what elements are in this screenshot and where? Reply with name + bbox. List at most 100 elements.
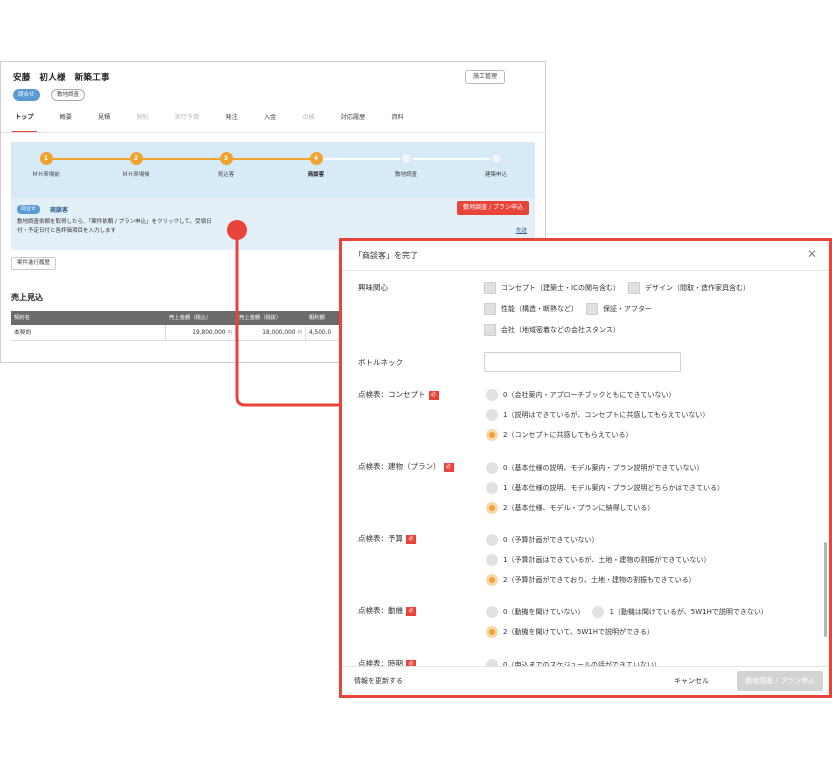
interest-concept-label: コンセプト（建築士・ICの関与含む）	[501, 284, 620, 292]
building-option-1[interactable]: 1（基本仕様の説明、モデル案内・プラン説明どちらかはできている）	[486, 482, 724, 494]
building-option-2[interactable]: 2（基本仕様、モデル・プランに納得している）	[486, 502, 654, 514]
interest-label: 興味関心	[358, 283, 388, 292]
radio-icon[interactable]	[592, 606, 605, 618]
survey-badge: 敷地調査	[51, 89, 86, 101]
interest-performance-checkbox[interactable]	[484, 303, 496, 315]
cell-amount-excl-value: 18,000,000	[262, 330, 296, 336]
radio-icon[interactable]	[486, 409, 498, 421]
col-amount-incl-tax: 売上金額（税込）	[169, 315, 212, 321]
tab-inspection[interactable]: 点検	[302, 111, 314, 129]
concept-option-1[interactable]: 1（説明はできているが、コンセプトに共感してもらえていない）	[486, 409, 709, 421]
modal-title: 「商談客」を完了	[354, 251, 418, 260]
step-2-label: ＭＨ来場後	[122, 172, 150, 178]
postpone-link[interactable]: 先送	[516, 226, 527, 234]
radio-selected-icon[interactable]	[486, 502, 498, 514]
radio-selected-icon[interactable]	[486, 574, 498, 586]
radio-selected-icon[interactable]	[486, 429, 498, 441]
tab-order[interactable]: 発注	[225, 111, 237, 129]
inquiry-badge: 問合せ	[13, 89, 40, 101]
interest-row-3: 会社（地域密着などの会社スタンス）	[484, 324, 620, 336]
refresh-info-link[interactable]: 情報を更新する	[354, 676, 403, 686]
radio-icon[interactable]	[486, 389, 498, 401]
tab-history[interactable]: 対応履歴	[341, 111, 366, 129]
construction-management-button[interactable]: 施工管理	[464, 70, 505, 84]
tab-top[interactable]: トップ	[12, 111, 37, 133]
modal-body[interactable]: 興味関心 コンセプト（建築士・ICの関与含む） デザイン（間取・造作家具含む） …	[342, 272, 829, 669]
budget-option-1-label: 1（予算計画はできているが、土地・建物の割振ができていない）	[503, 556, 711, 564]
building-option-0-label: 0（基本仕様の説明、モデル案内・プラン説明ができていない）	[503, 464, 704, 472]
interest-company-checkbox[interactable]	[484, 324, 496, 336]
interest-row-2: 性能（構造・断熱など） 保証・アフター	[484, 303, 652, 315]
progress-history-button[interactable]: 案件進行履歴	[11, 257, 57, 270]
radio-icon[interactable]	[486, 482, 498, 494]
step-6-label: 建築申込	[484, 172, 507, 178]
project-title: 安藤 初人様 新築工事	[13, 73, 110, 83]
step-6: 6 建築申込	[461, 152, 531, 178]
interest-row-1: コンセプト（建築士・ICの関与含む） デザイン（間取・造作家具含む）	[484, 282, 750, 294]
budget-option-2[interactable]: 2（予算計画ができており、土地・建物の割振もできている）	[486, 574, 696, 586]
budget-option-0-label: 0（予算計画ができていない）	[503, 536, 599, 544]
concept-option-2-label: 2（コンセプトに共感してもらえている）	[503, 431, 633, 439]
budget-option-1[interactable]: 1（予算計画はできているが、土地・建物の割振ができていない）	[486, 554, 710, 566]
sales-forecast-title: 売上見込	[11, 293, 43, 302]
project-header: 安藤 初人様 新築工事 問合せ 敷地調査 施工管理 トップ 概要 見積 契約 実…	[1, 62, 545, 133]
required-mark: 必	[443, 463, 454, 472]
callout-dot	[227, 220, 247, 240]
cell-amount-incl-value: 19,800,000	[192, 330, 226, 336]
modal-scrollbar[interactable]	[824, 542, 827, 637]
bottleneck-input[interactable]	[484, 352, 681, 372]
motive-option-2-label: 2（動機を聞けていて、5W1Hで説明ができる）	[503, 628, 654, 636]
interest-design-label: デザイン（間取・造作家具含む）	[644, 284, 750, 292]
budget-option-0[interactable]: 0（予算計画ができていない）	[486, 534, 598, 546]
tab-estimate[interactable]: 見積	[98, 111, 110, 129]
step-1-label: ＭＨ来場前	[32, 172, 60, 178]
modal-header: 「商談客」を完了 ✕	[342, 241, 829, 271]
concept-label: 点検表：コンセプト必	[358, 389, 439, 400]
interest-design-checkbox[interactable]	[627, 282, 640, 294]
cancel-button[interactable]: キャンセル	[674, 676, 709, 686]
step-2: 2 ＭＨ来場後	[101, 152, 171, 178]
concept-label-text: 点検表：コンセプト	[358, 390, 426, 399]
cell-amount-excl: 18,000,000 円	[236, 325, 306, 340]
notice-inquiry-badge: 問合せ	[17, 205, 41, 214]
concept-option-0[interactable]: 0（会社案内・アプローチブックともにできていない）	[486, 389, 675, 401]
survey-plan-apply-button[interactable]: 敷地調査 / プラン申込	[457, 201, 529, 215]
tab-payment[interactable]: 入金	[264, 111, 276, 129]
tab-contract[interactable]: 契約	[136, 111, 148, 129]
budget-option-2-label: 2（予算計画ができており、土地・建物の割振もできている）	[503, 576, 696, 584]
progress-panel: 1 ＭＨ来場前 2 ＭＨ来場後 3 見込客 4 商談客 5 敷地調査 6 建築申…	[11, 142, 535, 250]
concept-option-0-label: 0（会社案内・アプローチブックともにできていない）	[503, 391, 676, 399]
concept-option-2[interactable]: 2（コンセプトに共感してもらえている）	[486, 429, 633, 441]
radio-selected-icon[interactable]	[486, 626, 498, 638]
interest-concept-checkbox[interactable]	[484, 282, 496, 294]
step-2-dot: 2	[129, 152, 143, 165]
required-mark: 必	[406, 535, 416, 544]
radio-icon[interactable]	[486, 462, 498, 474]
notice-title: 商談客	[50, 207, 69, 214]
motive-option-2[interactable]: 2（動機を聞けていて、5W1Hで説明ができる）	[486, 626, 654, 638]
tab-overview[interactable]: 概要	[60, 111, 72, 129]
step-4: 4 商談客	[281, 152, 351, 178]
concept-option-1-label: 1（説明はできているが、コンセプトに共感してもらえていない）	[503, 411, 710, 419]
tab-documents[interactable]: 資料	[391, 111, 403, 129]
submit-survey-plan-button[interactable]: 敷地調査 / プラン申込	[737, 671, 823, 691]
interest-warranty-checkbox[interactable]	[586, 303, 598, 315]
step-6-dot: 6	[489, 152, 503, 165]
tab-budget[interactable]: 実行予算	[175, 111, 200, 129]
project-tabs: トップ 概要 見積 契約 実行予算 発注 入金 点検 対応履歴 資料	[12, 111, 430, 133]
interest-performance-label: 性能（構造・断熱など）	[501, 305, 578, 313]
step-5-dot: 5	[399, 152, 413, 165]
building-option-0[interactable]: 0（基本仕様の説明、モデル案内・プラン説明ができていない）	[486, 462, 703, 474]
close-icon[interactable]: ✕	[805, 247, 819, 261]
radio-icon[interactable]	[486, 534, 498, 546]
radio-icon[interactable]	[486, 554, 498, 566]
motive-label-text: 点検表：動機	[358, 606, 403, 615]
col-contract-name: 契約名	[14, 315, 30, 321]
radio-icon[interactable]	[486, 606, 498, 618]
step-5-label: 敷地調査	[394, 172, 417, 178]
cell-contract-name: 本契約	[11, 325, 166, 340]
step-4-label: 商談客	[307, 172, 325, 178]
motive-option-0-label: 0（動機を聞けていない）	[503, 608, 585, 616]
yen-unit: 円	[297, 331, 303, 336]
yen-unit: 円	[227, 331, 233, 336]
